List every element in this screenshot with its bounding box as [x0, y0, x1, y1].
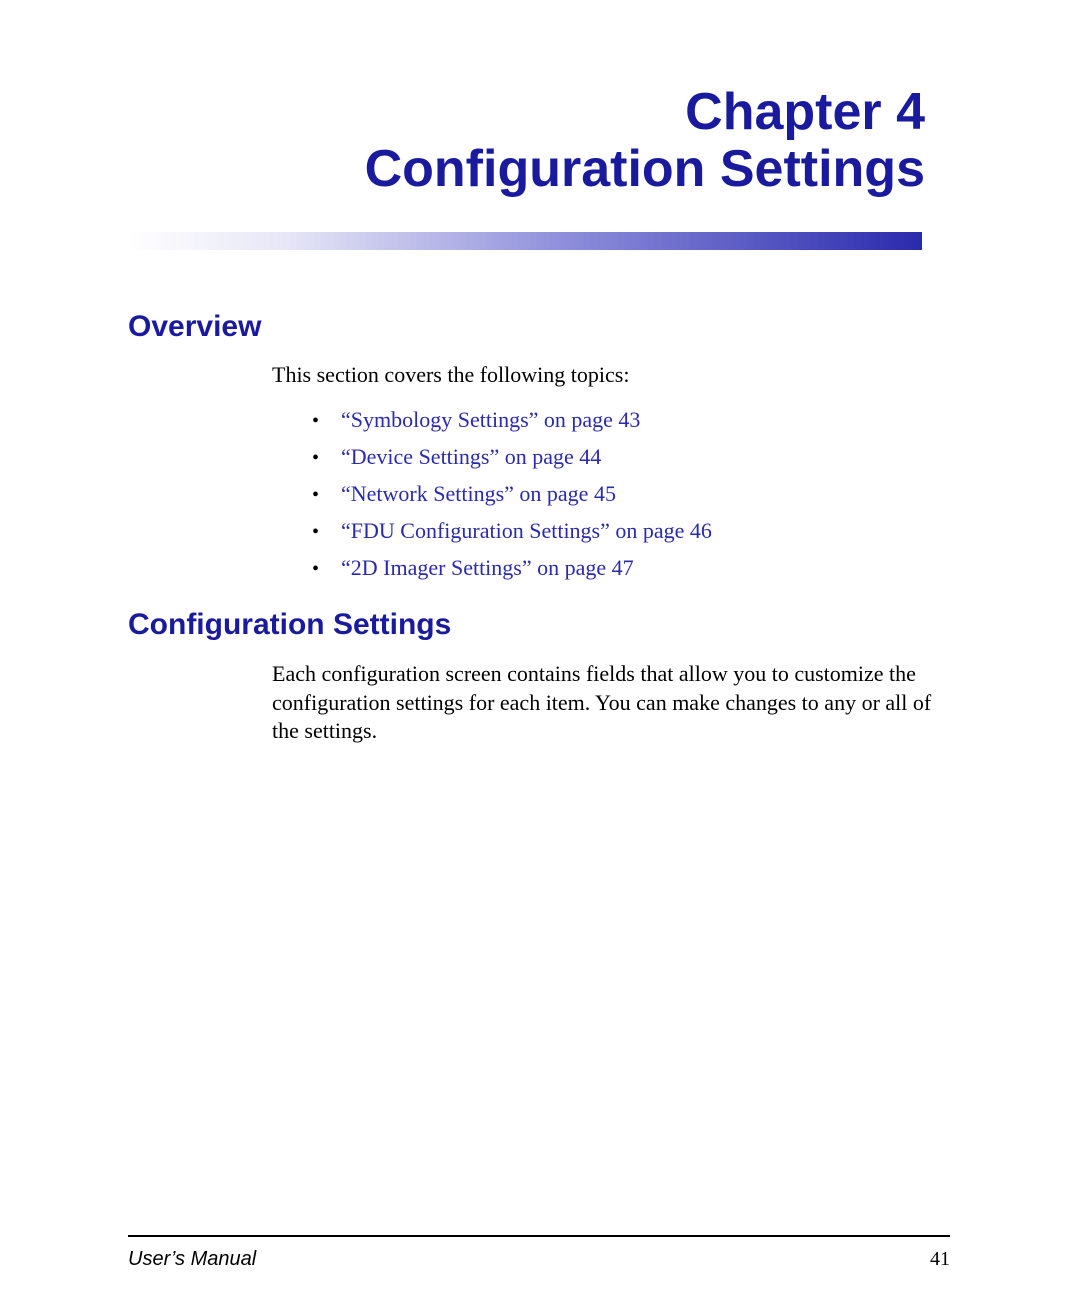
page: Chapter 4 Configuration Settings Overvie…: [0, 0, 1080, 1311]
footer-page-number: 41: [930, 1248, 950, 1271]
overview-heading: Overview: [128, 310, 261, 344]
bullet-icon: •: [312, 521, 319, 543]
list-item: • “Device Settings” on page 44: [312, 444, 925, 470]
chapter-number: Chapter 4: [365, 84, 925, 141]
title-underline-rule: [128, 232, 922, 250]
bullet-icon: •: [312, 447, 319, 469]
chapter-title: Chapter 4 Configuration Settings: [365, 84, 925, 198]
topic-link[interactable]: “Device Settings” on page 44: [341, 444, 601, 470]
bullet-icon: •: [312, 410, 319, 432]
chapter-name: Configuration Settings: [365, 141, 925, 198]
footer-manual-label: User’s Manual: [128, 1248, 256, 1271]
list-item: • “Network Settings” on page 45: [312, 481, 925, 507]
list-item: • “2D Imager Settings” on page 47: [312, 555, 925, 581]
configuration-settings-heading: Configuration Settings: [128, 608, 451, 642]
list-item: • “Symbology Settings” on page 43: [312, 407, 925, 433]
overview-topic-list: • “Symbology Settings” on page 43 • “Dev…: [312, 396, 925, 581]
footer-rule: [128, 1235, 950, 1237]
topic-link[interactable]: “FDU Configuration Settings” on page 46: [341, 518, 712, 544]
topic-link[interactable]: “2D Imager Settings” on page 47: [341, 555, 634, 581]
topic-link[interactable]: “Symbology Settings” on page 43: [341, 407, 640, 433]
bullet-icon: •: [312, 484, 319, 506]
topic-link[interactable]: “Network Settings” on page 45: [341, 481, 616, 507]
configuration-settings-body: Each configuration screen contains field…: [272, 660, 952, 746]
list-item: • “FDU Configuration Settings” on page 4…: [312, 518, 925, 544]
overview-intro-text: This section covers the following topics…: [272, 362, 925, 388]
bullet-icon: •: [312, 558, 319, 580]
